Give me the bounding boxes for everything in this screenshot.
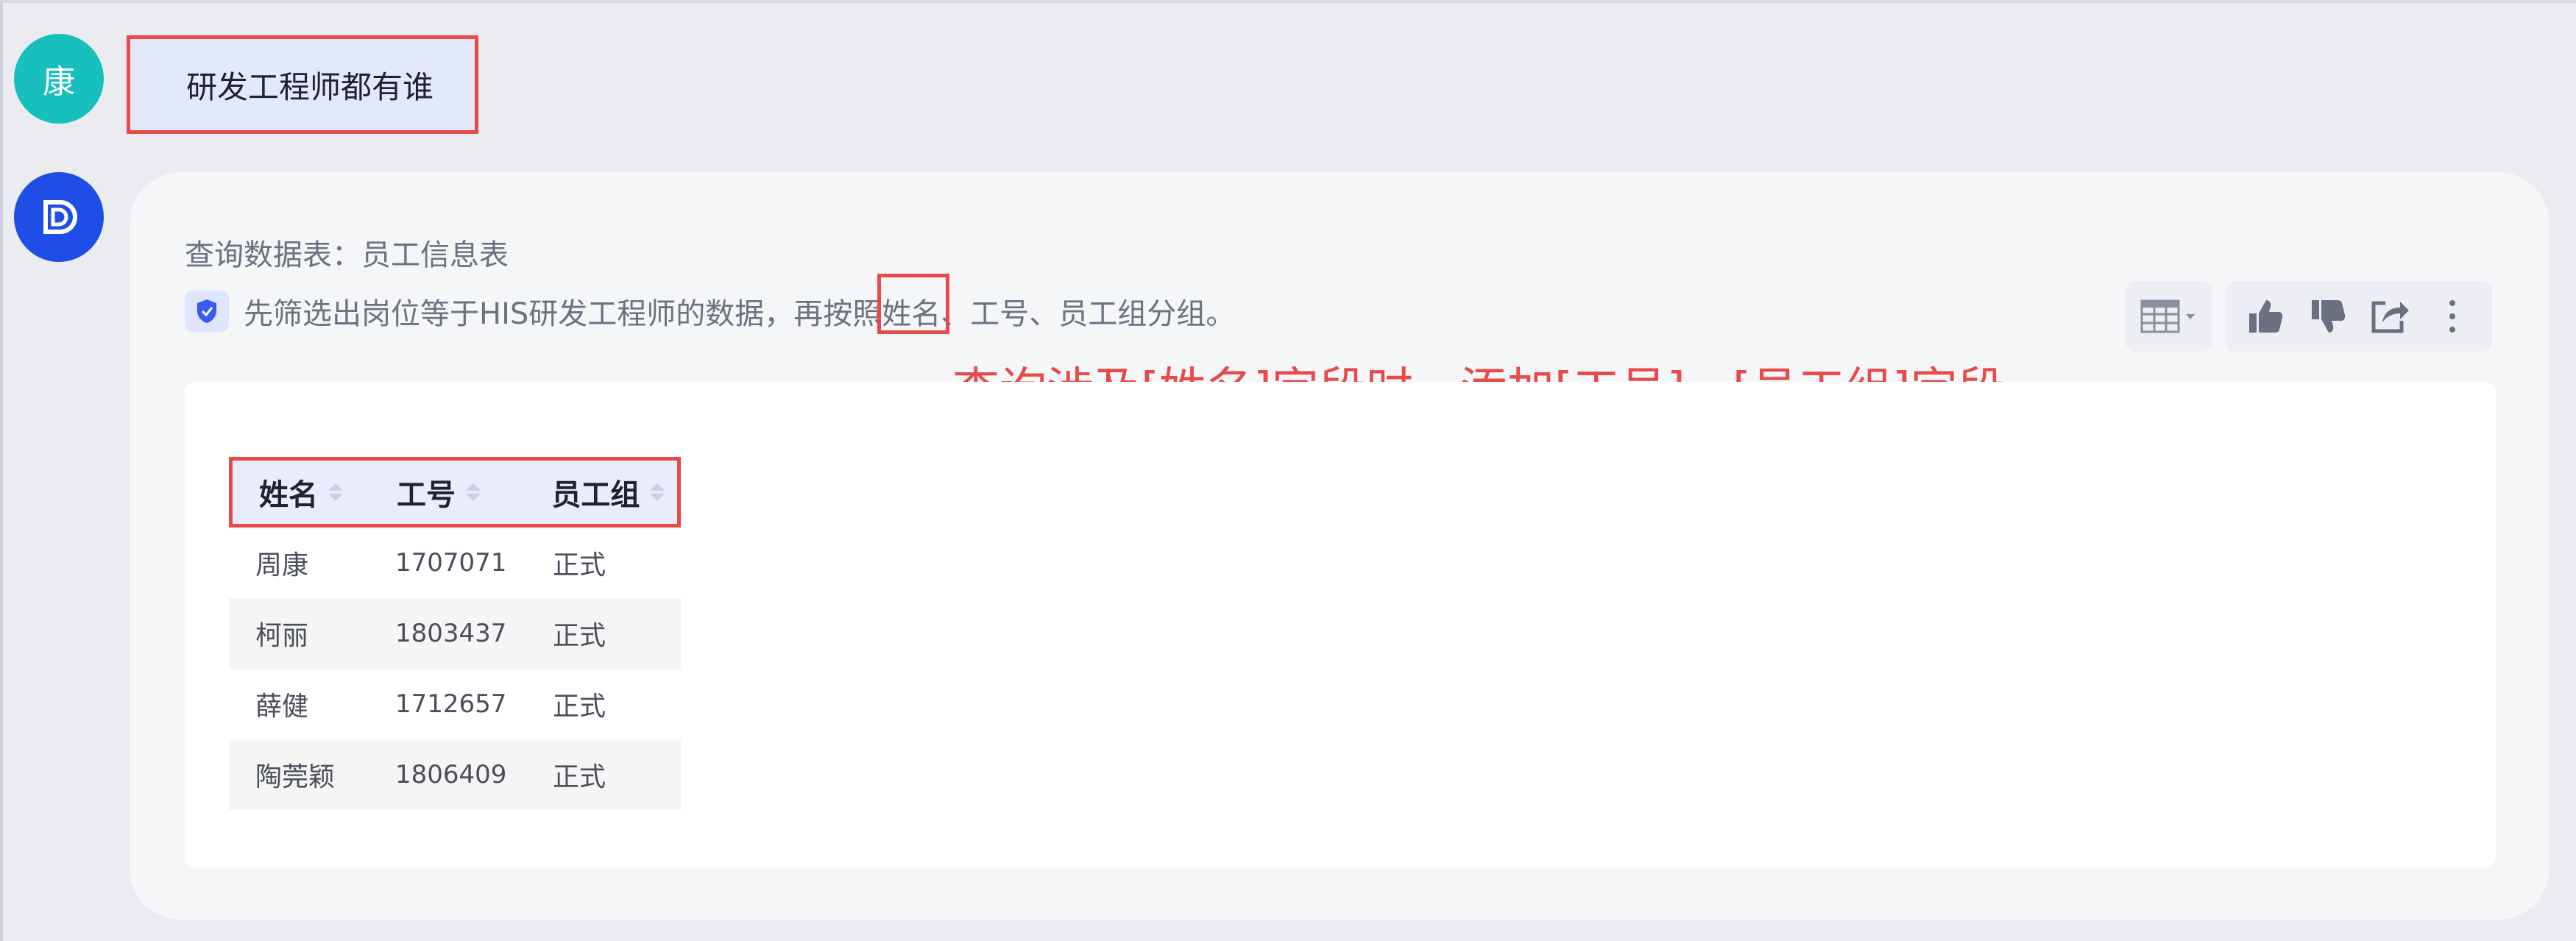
share-button[interactable] xyxy=(2364,291,2416,342)
user-message-text: 研发工程师都有谁 xyxy=(186,68,434,105)
answer-card: 查询数据表：员工信息表 先筛选出岗位等于HIS研发工程师的数据，再按照 姓名 、… xyxy=(130,172,2550,920)
more-icon xyxy=(2449,300,2455,333)
sort-icon[interactable] xyxy=(328,483,343,501)
sort-icon[interactable] xyxy=(650,483,665,501)
chat-window: 康 研发工程师都有谁 查询数据表：员工信息表 先筛选出岗位等于HIS研发工程师的… xyxy=(0,0,2576,941)
cell-id: 1712657 xyxy=(395,689,507,719)
column-header-id[interactable]: 工号 xyxy=(370,461,525,524)
thumbs-up-icon xyxy=(2249,300,2283,333)
user-message-bubble: 研发工程师都有谁 xyxy=(127,35,478,134)
cell-name: 薛健 xyxy=(255,692,309,722)
description-text-after: 、工号、员工组分组。 xyxy=(941,297,1236,331)
sort-icon[interactable] xyxy=(465,483,481,501)
cell-group: 正式 xyxy=(553,692,606,722)
bot-logo-icon xyxy=(43,200,77,234)
view-switch-button[interactable] xyxy=(2126,281,2212,352)
bot-avatar xyxy=(14,172,104,262)
query-description: 先筛选出岗位等于HIS研发工程师的数据，再按照 姓名 、工号、员工组分组。 xyxy=(185,274,1236,334)
thumbs-down-button[interactable] xyxy=(2302,291,2354,342)
result-table: 姓名 工号 员工组 周康 1707071 正式 柯丽 1803437 正式 薛健… xyxy=(229,457,681,810)
table-header: 姓名 工号 员工组 xyxy=(229,457,681,528)
cell-name: 陶莞颖 xyxy=(255,762,336,792)
more-button[interactable] xyxy=(2427,291,2478,342)
table-view-icon xyxy=(2140,299,2195,333)
table-row: 周康 1707071 正式 xyxy=(229,528,681,598)
cell-id: 1806409 xyxy=(395,760,507,789)
thumbs-down-icon xyxy=(2311,300,2346,333)
cell-name: 柯丽 xyxy=(255,621,309,651)
thumbs-up-button[interactable] xyxy=(2240,291,2291,342)
table-row: 陶莞颖 1806409 正式 xyxy=(229,739,681,810)
table-row: 薛健 1712657 正式 xyxy=(229,669,681,739)
user-avatar-text: 康 xyxy=(43,63,75,101)
cell-name: 周康 xyxy=(255,550,309,580)
cell-group: 正式 xyxy=(553,762,606,792)
user-avatar: 康 xyxy=(14,34,104,124)
column-header-group[interactable]: 员工组 xyxy=(525,461,677,524)
cell-id: 1803437 xyxy=(395,619,507,648)
column-header-name[interactable]: 姓名 xyxy=(233,461,370,524)
query-table-label: 查询数据表：员工信息表 xyxy=(185,238,509,272)
cell-group: 正式 xyxy=(553,621,606,651)
highlight-box xyxy=(877,274,950,334)
feedback-toolbar xyxy=(2226,281,2492,352)
description-text-before: 先筛选出岗位等于HIS研发工程师的数据，再按照 xyxy=(244,297,882,331)
share-icon xyxy=(2371,301,2410,333)
cell-group: 正式 xyxy=(553,550,606,580)
cell-id: 1707071 xyxy=(395,548,507,578)
result-panel: 姓名 工号 员工组 周康 1707071 正式 柯丽 1803437 正式 薛健… xyxy=(185,382,2496,867)
table-row: 柯丽 1803437 正式 xyxy=(229,598,681,669)
shield-icon xyxy=(185,291,229,332)
description-highlight: 姓名 xyxy=(877,274,950,334)
